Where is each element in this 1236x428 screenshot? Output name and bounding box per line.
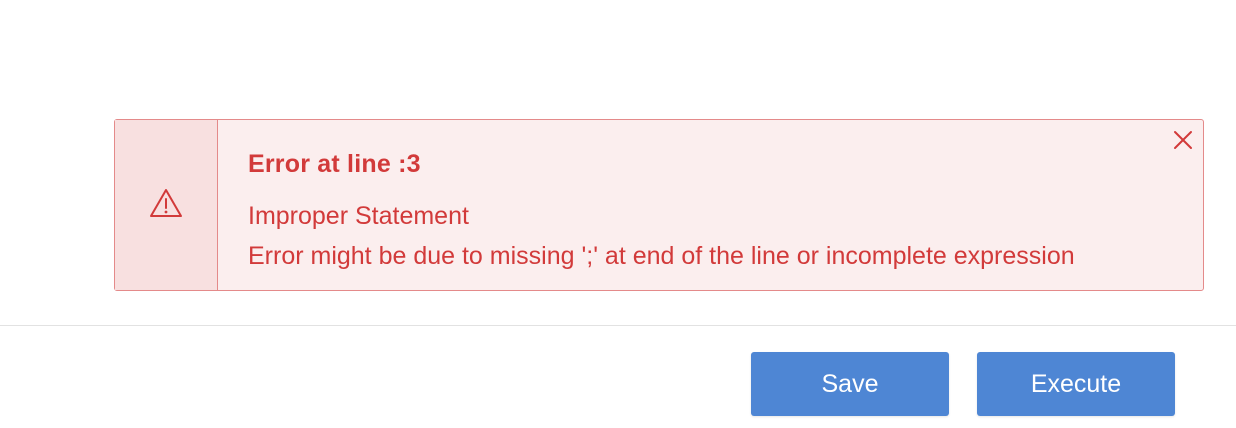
close-alert-button[interactable] [1173,130,1193,155]
editor-page: Error at line :3 Improper Statement Erro… [0,0,1236,428]
alert-body: Error at line :3 Improper Statement Erro… [218,120,1203,290]
alert-icon-panel [115,120,218,290]
error-alert: Error at line :3 Improper Statement Erro… [114,119,1204,291]
execute-button[interactable]: Execute [977,352,1175,416]
warning-triangle-icon [148,187,184,224]
save-button[interactable]: Save [751,352,949,416]
error-message-line-1: Improper Statement [248,202,469,230]
footer-divider [0,325,1236,326]
close-icon [1173,130,1193,155]
error-title: Error at line :3 [248,150,421,178]
error-message-line-2: Error might be due to missing ';' at end… [248,242,1075,270]
